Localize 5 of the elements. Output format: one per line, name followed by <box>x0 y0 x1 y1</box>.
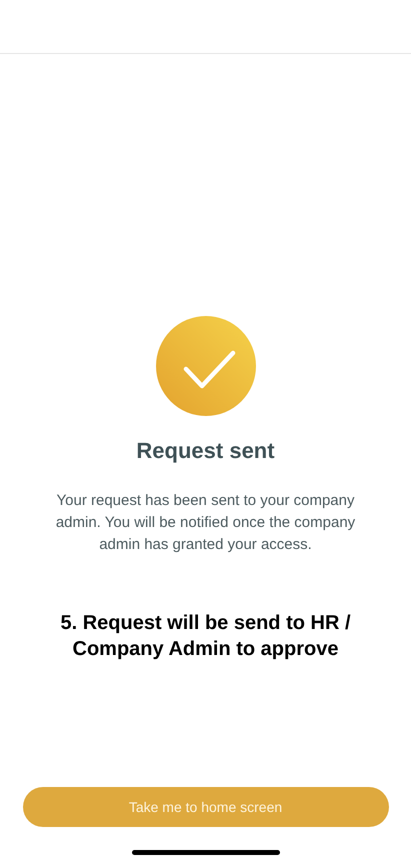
status-title: Request sent <box>136 438 275 464</box>
home-screen-button[interactable]: Take me to home screen <box>22 787 388 827</box>
checkmark-icon <box>156 316 256 416</box>
step-caption: 5. Request will be send to HR / Company Admin to approve <box>59 611 352 662</box>
status-message: Your request has been sent to your company admin. You will be notified once the company admin has granted your access. <box>54 491 356 555</box>
